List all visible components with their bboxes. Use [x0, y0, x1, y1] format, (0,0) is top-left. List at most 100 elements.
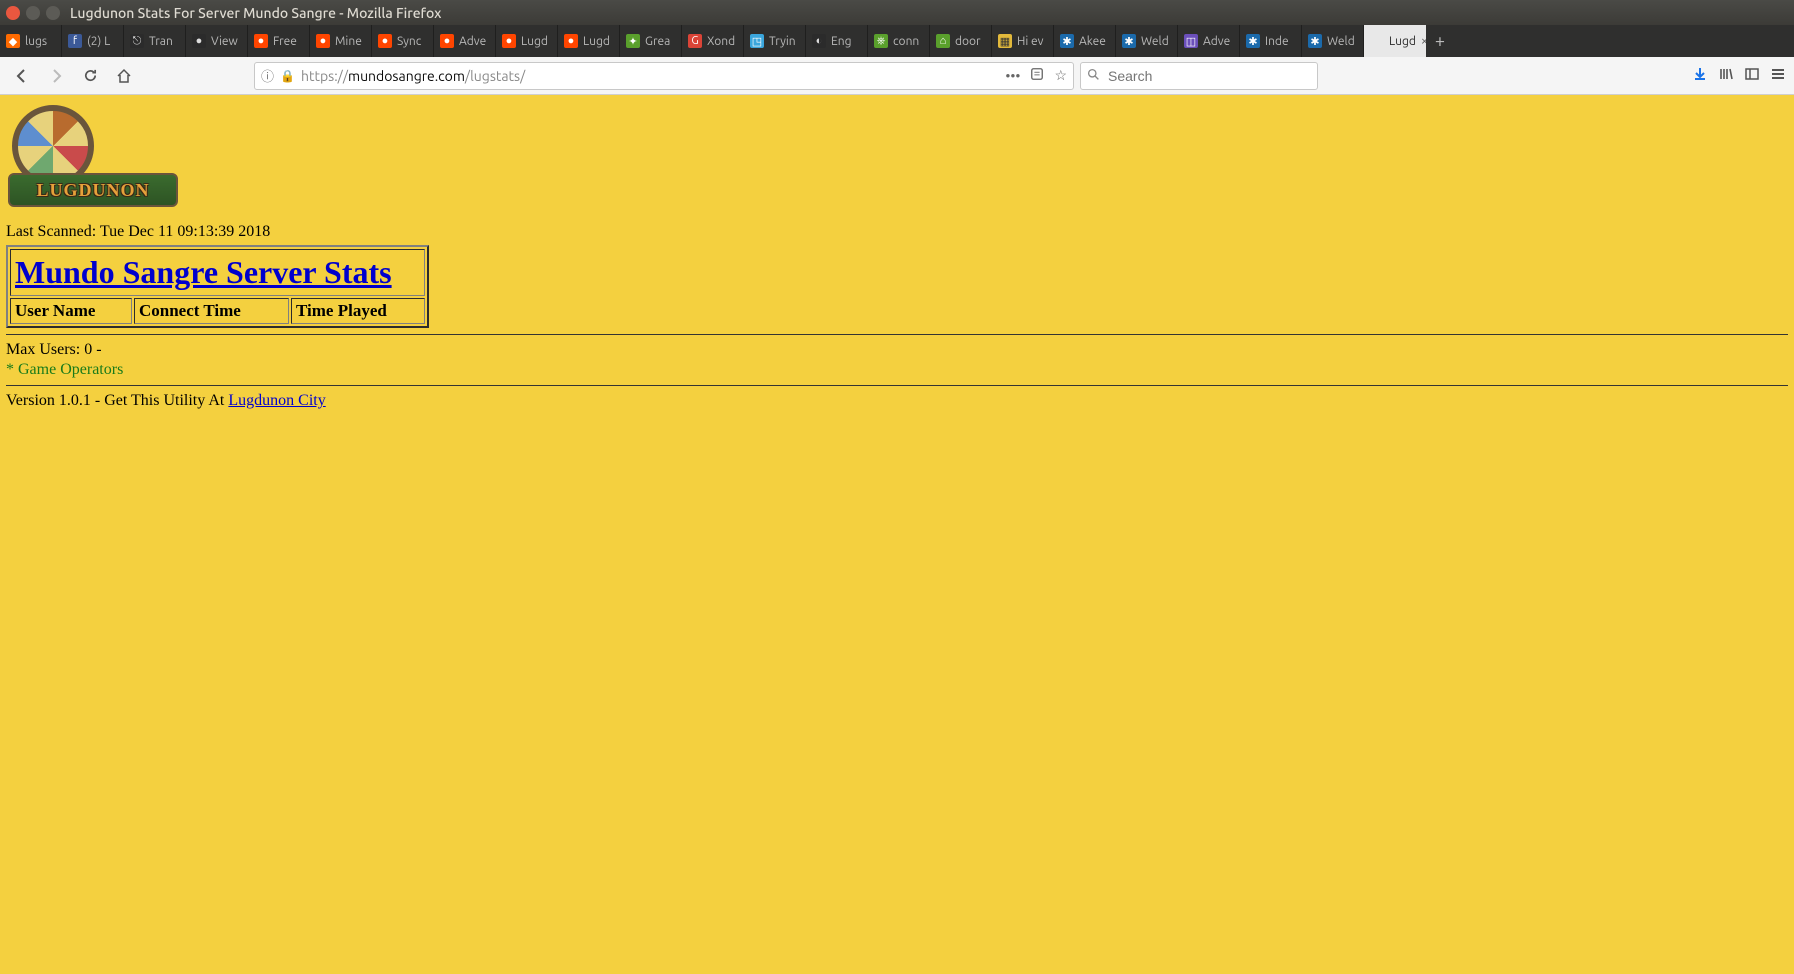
tab-active[interactable]: Lugd ×: [1364, 25, 1426, 57]
tab-label: Hi ev: [1017, 35, 1044, 48]
tab[interactable]: ⎈conn: [868, 25, 930, 57]
favicon-icon: f: [68, 34, 82, 48]
max-users-label: Max Users:: [6, 341, 84, 358]
window-minimize-button[interactable]: [26, 6, 40, 20]
page-actions-icon[interactable]: •••: [1005, 68, 1020, 84]
sidebar-icon[interactable]: [1744, 66, 1760, 85]
forward-button[interactable]: [42, 62, 70, 90]
url-actions: ••• ☆: [1005, 67, 1067, 84]
favicon-icon: ◐: [812, 34, 826, 48]
window-maximize-button[interactable]: [46, 6, 60, 20]
tab[interactable]: ⌂door: [930, 25, 992, 57]
favicon-icon: ◫: [1184, 34, 1198, 48]
tab-strip: ◆lugs f(2) L ⎋Tran ●View ●Free ●Mine ●Sy…: [0, 25, 1794, 57]
search-icon: [1087, 68, 1100, 84]
favicon-icon: ●: [192, 34, 206, 48]
tab[interactable]: ● Lugd: [558, 25, 620, 57]
tab[interactable]: ●Sync: [372, 25, 434, 57]
max-users: Max Users: 0 -: [6, 341, 1788, 359]
new-tab-button[interactable]: +: [1426, 25, 1454, 57]
tab[interactable]: ✦ Grea: [620, 25, 682, 57]
toolbar-right-icons: [1692, 66, 1786, 85]
tab-label: door: [955, 35, 981, 48]
tab-label: lugs: [25, 35, 47, 48]
favicon-icon: ◆: [6, 34, 20, 48]
tab[interactable]: f (2) L: [62, 25, 124, 57]
favicon-icon: ✱: [1060, 34, 1074, 48]
table-header-row: User Name Connect Time Time Played: [10, 298, 425, 324]
reader-mode-icon[interactable]: [1030, 67, 1044, 84]
home-button[interactable]: [110, 62, 138, 90]
home-icon: [116, 68, 132, 84]
downloads-icon[interactable]: [1692, 66, 1708, 85]
game-operators: * Game Operators: [6, 361, 1788, 379]
tab-label: Adve: [459, 35, 486, 48]
window-controls: [6, 6, 60, 20]
tab[interactable]: ●Lugd: [496, 25, 558, 57]
tab[interactable]: ✱Inde: [1240, 25, 1302, 57]
reload-button[interactable]: [76, 62, 104, 90]
tab-label: Xond: [707, 35, 735, 48]
server-stats-table: Mundo Sangre Server Stats User Name Conn…: [6, 245, 429, 328]
app-menu-icon[interactable]: [1770, 66, 1786, 85]
favicon-icon: ●: [564, 34, 578, 48]
tab[interactable]: ▦ Hi ev: [992, 25, 1054, 57]
logo-banner: LUGDUNON: [8, 173, 178, 207]
tab-label: Akee: [1079, 35, 1106, 48]
favicon-icon: ✦: [626, 34, 640, 48]
url-path: /lugstats/: [465, 68, 525, 84]
tab-label: Adve: [1203, 35, 1230, 48]
tab[interactable]: ●Free: [248, 25, 310, 57]
window-close-button[interactable]: [6, 6, 20, 20]
stats-heading-link[interactable]: Mundo Sangre Server Stats: [15, 254, 392, 290]
divider: [6, 334, 1788, 335]
reload-icon: [83, 68, 98, 83]
col-user-name: User Name: [10, 298, 132, 324]
lock-icon: 🔒: [280, 69, 295, 83]
favicon-icon: ▦: [998, 34, 1012, 48]
tab[interactable]: GXond: [682, 25, 744, 57]
favicon-icon: ⎋: [130, 34, 144, 48]
back-button[interactable]: [8, 62, 36, 90]
lugdunon-logo: LUGDUNON: [8, 105, 178, 215]
tab[interactable]: ●Adve: [434, 25, 496, 57]
tab[interactable]: ✱ Akee: [1054, 25, 1116, 57]
max-users-value: 0 -: [84, 341, 101, 358]
url-domain: mundosangre.com: [348, 68, 465, 84]
tab[interactable]: ◳Tryin: [744, 25, 806, 57]
favicon-icon: ●: [316, 34, 330, 48]
tab[interactable]: ✱Weld: [1116, 25, 1178, 57]
tab-label: Lugd: [583, 35, 610, 48]
tab-label: Grea: [645, 35, 670, 48]
url-bar[interactable]: ⓘ 🔒 https://mundosangre.com/lugstats/ ••…: [254, 62, 1074, 90]
tab[interactable]: ◐ Eng: [806, 25, 868, 57]
tab[interactable]: ◫ Adve: [1178, 25, 1240, 57]
favicon-icon: ●: [502, 34, 516, 48]
tab-label: conn: [893, 35, 919, 48]
tab-label: Lugd: [1389, 35, 1416, 48]
tab-label: Tran: [149, 35, 173, 48]
favicon-icon: ✱: [1122, 34, 1136, 48]
library-icon[interactable]: [1718, 66, 1734, 85]
lugdunon-city-link[interactable]: Lugdunon City: [228, 392, 325, 409]
tab-label: Eng: [831, 35, 851, 48]
last-scanned: Last Scanned: Tue Dec 11 09:13:39 2018: [6, 223, 1788, 241]
arrow-right-icon: [48, 68, 64, 84]
version-line: Version 1.0.1 - Get This Utility At Lugd…: [6, 392, 1788, 410]
search-input[interactable]: [1106, 67, 1311, 85]
tab-label: Sync: [397, 35, 421, 48]
tab[interactable]: ◆ lugs: [0, 25, 62, 57]
tab[interactable]: ●View: [186, 25, 248, 57]
tab-label: Free: [273, 35, 297, 48]
tab[interactable]: ⎋ Tran: [124, 25, 186, 57]
tab[interactable]: ✱Weld: [1302, 25, 1364, 57]
version-text: Version 1.0.1 - Get This Utility At: [6, 392, 228, 409]
tab-label: (2) L: [87, 35, 110, 48]
tab[interactable]: ●Mine: [310, 25, 372, 57]
search-bar[interactable]: [1080, 62, 1318, 90]
favicon-icon: ✱: [1308, 34, 1322, 48]
bookmark-star-icon[interactable]: ☆: [1054, 67, 1067, 84]
window-title: Lugdunon Stats For Server Mundo Sangre -…: [70, 5, 441, 21]
site-info-icon[interactable]: ⓘ: [261, 66, 274, 85]
stats-title-cell: Mundo Sangre Server Stats: [10, 249, 425, 296]
